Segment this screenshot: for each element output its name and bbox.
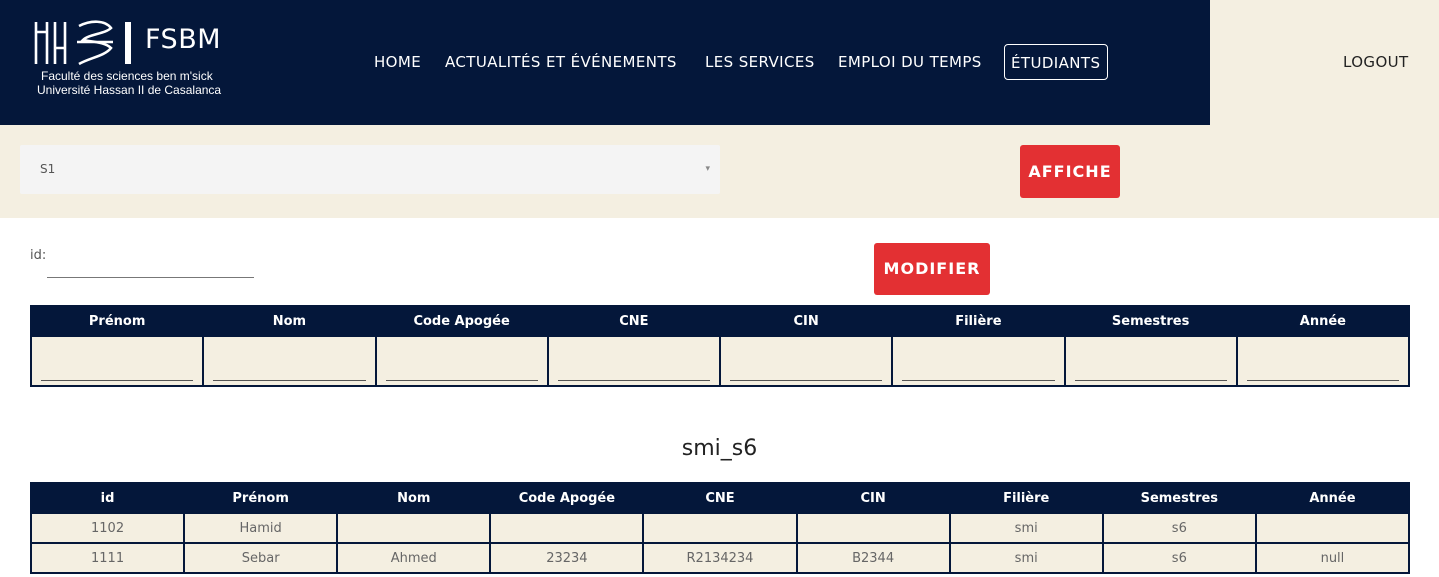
id-label: id:	[30, 248, 47, 263]
column-header-cne: CNE	[642, 482, 798, 514]
logout-link[interactable]: LOGOUT	[1343, 44, 1409, 80]
edit-table-input-row	[29, 335, 1411, 387]
edit-cell	[1235, 335, 1411, 387]
column-header-cne: CNE	[546, 305, 722, 337]
semestres-input[interactable]	[1074, 356, 1227, 381]
student-list-table: id Prénom Nom Code Apogée CNE CIN Filièr…	[29, 482, 1411, 574]
cell-annee	[1254, 512, 1411, 544]
logo-mark-icon	[34, 20, 131, 66]
navbar: FSBM Faculté des sciences ben m'sick Uni…	[0, 0, 1210, 125]
cell-cin: B2344	[795, 542, 951, 574]
column-header-semestres: Semestres	[1101, 482, 1257, 514]
cell-cne: R2134234	[642, 542, 798, 574]
column-header-semestres: Semestres	[1063, 305, 1238, 337]
list-table-header-row: id Prénom Nom Code Apogée CNE CIN Filièr…	[29, 482, 1411, 514]
edit-cell	[718, 335, 894, 387]
semester-filter-bar: S1 ▾ AFFICHE	[0, 125, 1439, 218]
column-header-code-apogee: Code Apogée	[489, 482, 645, 514]
prenom-input[interactable]	[41, 356, 194, 381]
cell-nom: Ahmed	[336, 542, 492, 574]
cell-id: 1102	[29, 512, 186, 544]
cell-filiere: smi	[948, 512, 1104, 544]
semester-select-value: S1	[40, 162, 56, 176]
nav-item-etudiants[interactable]: ÉTUDIANTS	[1004, 44, 1108, 80]
cell-cne	[642, 512, 798, 544]
column-header-prenom: Prénom	[183, 482, 339, 514]
cell-id: 1111	[29, 542, 186, 574]
cell-nom	[336, 512, 492, 544]
header: FSBM Faculté des sciences ben m'sick Uni…	[0, 0, 1439, 125]
cne-input[interactable]	[557, 356, 710, 381]
edit-student-table: Prénom Nom Code Apogée CNE CIN Filière S…	[29, 305, 1411, 387]
edit-cell	[1063, 335, 1238, 387]
column-header-cin: CIN	[718, 305, 894, 337]
cell-prenom: Hamid	[183, 512, 339, 544]
edit-cell	[891, 335, 1066, 387]
semester-select[interactable]: S1 ▾	[20, 145, 720, 194]
table-row[interactable]: 1111 Sebar Ahmed 23234 R2134234 B2344 sm…	[29, 542, 1411, 574]
modifier-button[interactable]: MODIFIER	[874, 243, 990, 295]
cell-code-apogee: 23234	[489, 542, 645, 574]
brand-line-1: Faculté des sciences ben m'sick	[41, 69, 213, 83]
cell-code-apogee	[489, 512, 645, 544]
column-header-filiere: Filière	[948, 482, 1104, 514]
cell-semestres: s6	[1101, 542, 1257, 574]
edit-cell	[29, 335, 205, 387]
student-list-title: smi_s6	[681, 436, 758, 461]
nav-item-emploi-du-temps[interactable]: EMPLOI DU TEMPS	[838, 44, 982, 80]
nav-item-home[interactable]: HOME	[374, 44, 421, 80]
brand-line-2: Université Hassan II de Casalanca	[37, 83, 222, 97]
column-header-nom: Nom	[336, 482, 492, 514]
column-header-filiere: Filière	[891, 305, 1066, 337]
cell-filiere: smi	[948, 542, 1104, 574]
filiere-input[interactable]	[902, 356, 1055, 381]
column-header-code-apogee: Code Apogée	[374, 305, 549, 337]
column-header-annee: Année	[1254, 482, 1411, 514]
code-apogee-input[interactable]	[385, 356, 538, 381]
affiche-button[interactable]: AFFICHE	[1020, 145, 1120, 198]
brand-abbr: FSBM	[145, 24, 222, 55]
column-header-nom: Nom	[202, 305, 377, 337]
edit-table-header-row: Prénom Nom Code Apogée CNE CIN Filière S…	[29, 305, 1411, 337]
cin-input[interactable]	[730, 356, 883, 381]
annee-input[interactable]	[1246, 356, 1399, 381]
nav-item-services[interactable]: LES SERVICES	[705, 44, 815, 80]
cell-annee: null	[1254, 542, 1411, 574]
column-header-cin: CIN	[795, 482, 951, 514]
column-header-annee: Année	[1235, 305, 1411, 337]
edit-cell	[546, 335, 722, 387]
cell-semestres: s6	[1101, 512, 1257, 544]
chevron-down-icon: ▾	[705, 164, 710, 174]
cell-cin	[795, 512, 951, 544]
table-row[interactable]: 1102 Hamid smi s6	[29, 512, 1411, 544]
nom-input[interactable]	[213, 356, 366, 381]
university-logo[interactable]: FSBM Faculté des sciences ben m'sick Uni…	[33, 20, 233, 102]
column-header-id: id	[29, 482, 186, 514]
id-input[interactable]	[47, 255, 254, 278]
nav-item-actualites[interactable]: ACTUALITÉS ET ÉVÉNEMENTS	[445, 44, 677, 80]
edit-cell	[202, 335, 377, 387]
edit-cell	[374, 335, 549, 387]
column-header-prenom: Prénom	[29, 305, 205, 337]
cell-prenom: Sebar	[183, 542, 339, 574]
